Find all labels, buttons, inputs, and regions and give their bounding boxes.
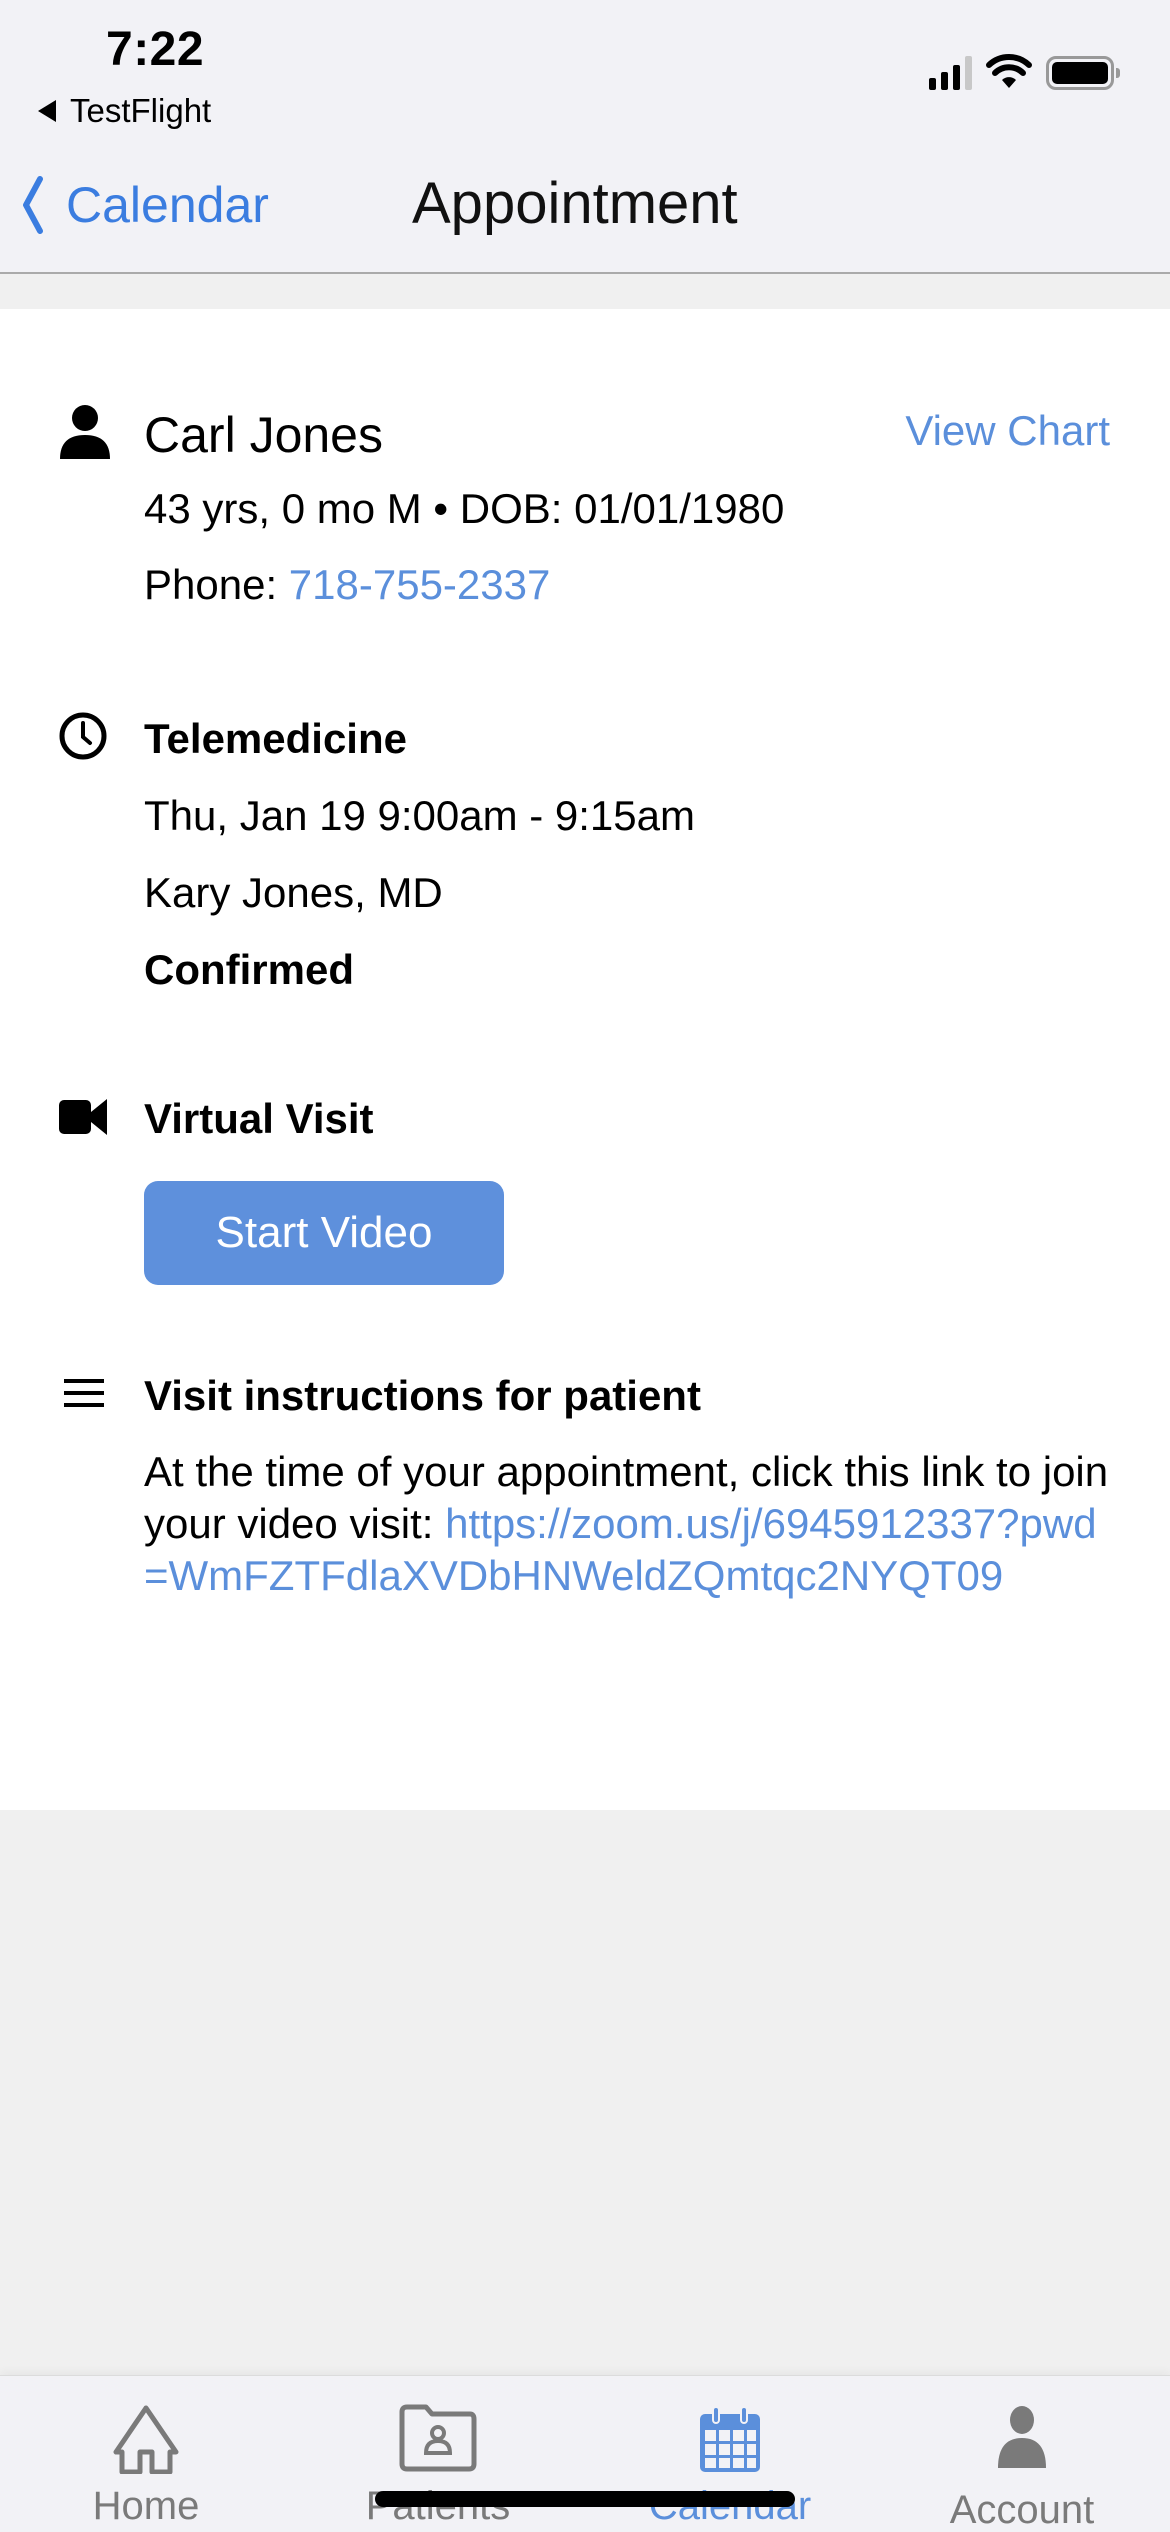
video-camera-icon <box>59 1099 107 1135</box>
menu-lines-icon <box>64 1379 104 1407</box>
status-icons <box>929 54 1120 90</box>
page-title: Appointment <box>412 171 738 236</box>
appointment-type: Telemedicine <box>144 715 407 762</box>
tab-bar: Home Patients Calendar Accoun <box>0 2375 1170 2532</box>
start-video-button[interactable]: Start Video <box>144 1181 504 1285</box>
appointment-status: Confirmed <box>144 946 354 993</box>
patient-folder-icon <box>399 2404 477 2472</box>
calendar-icon <box>700 2406 760 2472</box>
status-time: 7:22 <box>106 23 205 76</box>
back-button-label: Calendar <box>66 177 269 233</box>
battery-icon <box>1046 56 1120 90</box>
home-icon <box>113 2405 179 2474</box>
patient-demographics: 43 yrs, 0 mo M • DOB: 01/01/1980 <box>144 485 785 532</box>
phone-label: Phone: <box>144 561 289 608</box>
view-chart-link[interactable]: View Chart <box>905 407 1110 455</box>
virtual-visit-title: Virtual Visit <box>144 1095 374 1142</box>
account-icon <box>998 2406 1046 2468</box>
instructions-text: At the time of your appointment, click t… <box>144 1446 1110 1602</box>
home-indicator[interactable] <box>375 2491 795 2507</box>
appointment-provider: Kary Jones, MD <box>144 869 443 916</box>
appointment-datetime: Thu, Jan 19 9:00am - 9:15am <box>144 792 695 839</box>
back-button[interactable]: Calendar <box>22 176 269 234</box>
back-app-label: TestFlight <box>70 92 212 129</box>
wifi-icon <box>986 54 1032 88</box>
clock-icon <box>59 712 107 760</box>
appointment-card: Carl Jones 43 yrs, 0 mo M • DOB: 01/01/1… <box>0 309 1170 1810</box>
back-triangle-icon <box>38 100 56 122</box>
tab-home-label: Home <box>92 2484 200 2528</box>
cellular-signal-icon <box>929 56 972 90</box>
tab-patients[interactable]: Patients <box>292 2376 584 2532</box>
tab-account-label: Account <box>949 2488 1095 2532</box>
navigation-bar: Calendar Appointment <box>0 140 1170 274</box>
instructions-title: Visit instructions for patient <box>144 1372 701 1419</box>
person-icon <box>60 405 110 459</box>
tab-account[interactable]: Account <box>876 2376 1168 2532</box>
patient-phone-row: Phone: 718-755-2337 <box>144 561 1110 609</box>
tab-home[interactable]: Home <box>0 2376 292 2532</box>
chevron-left-icon <box>23 176 43 234</box>
status-bar: 7:22 TestFlight <box>0 0 1170 140</box>
phone-link[interactable]: 718-755-2337 <box>289 561 551 608</box>
back-to-app-link[interactable]: TestFlight <box>38 92 211 130</box>
tab-calendar[interactable]: Calendar <box>584 2376 876 2532</box>
